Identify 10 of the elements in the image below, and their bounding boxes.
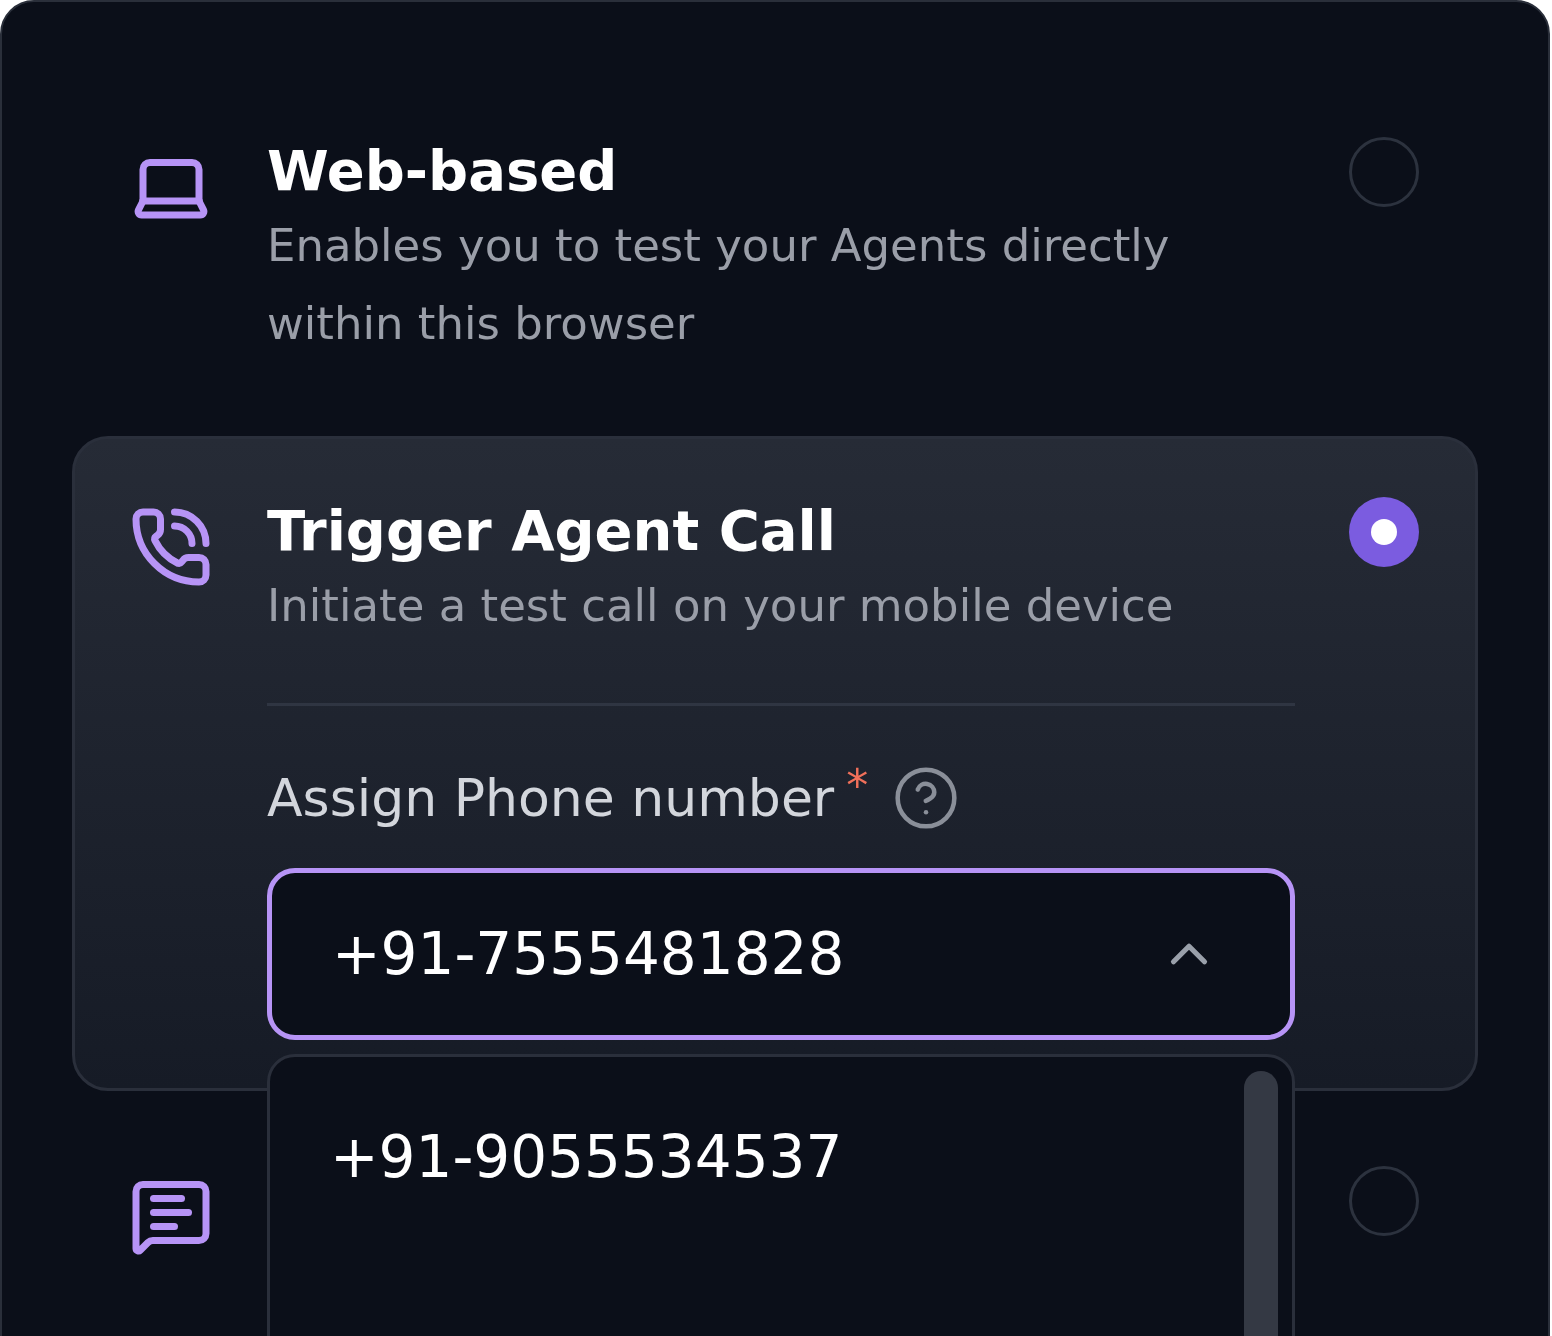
phone-select[interactable]: +91-7555481828 [267,868,1295,1040]
dropdown-option[interactable]: +91-9055534537 [270,1057,1292,1257]
option-description: Initiate a test call on your mobile device [267,578,1175,634]
required-mark: * [846,764,869,808]
option-title: Trigger Agent Call [267,497,837,565]
field-label: Assign Phone number [267,767,835,830]
option-description: Enables you to test your Agents directly within this browser [267,218,1171,352]
radio-button[interactable] [1349,1166,1419,1236]
radio-button[interactable] [1349,137,1419,207]
option-title: Web-based [267,137,619,205]
